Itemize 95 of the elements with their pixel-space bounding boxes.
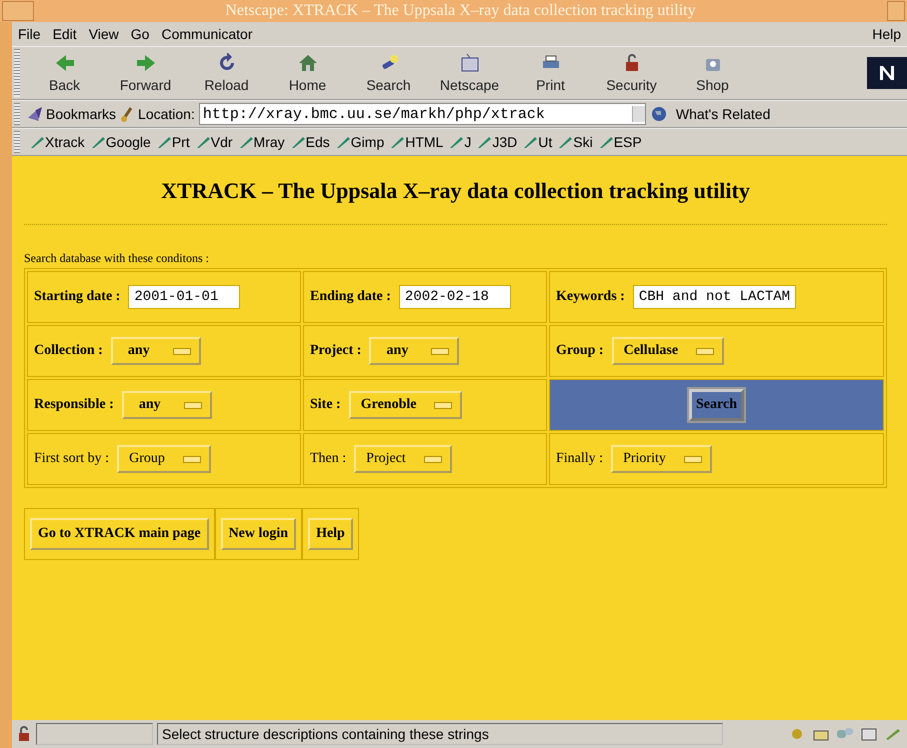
option-menu-icon bbox=[431, 348, 450, 354]
toolbar-button[interactable]: Shop bbox=[672, 53, 753, 93]
dropdown[interactable]: Priority bbox=[611, 445, 712, 473]
option-menu-icon bbox=[434, 402, 452, 408]
page-button[interactable]: New login bbox=[220, 518, 296, 550]
bookmark-link[interactable]: J bbox=[448, 134, 472, 150]
toolbar-button[interactable]: Forward bbox=[105, 53, 186, 93]
bookmark-link-icon bbox=[238, 135, 254, 149]
bookmark-link[interactable]: Gimp bbox=[334, 134, 384, 150]
bookmark-link[interactable]: Google bbox=[90, 134, 151, 150]
dropdown[interactable]: Grenoble bbox=[348, 391, 462, 419]
bookmark-icon bbox=[28, 107, 42, 121]
bookmark-link-icon bbox=[29, 135, 45, 149]
home-icon bbox=[296, 53, 318, 73]
padlock-icon bbox=[16, 726, 32, 742]
back-arrow-icon bbox=[54, 53, 76, 73]
bookmark-link[interactable]: Ski bbox=[557, 134, 593, 150]
bookmark-link-icon bbox=[598, 135, 614, 149]
field-label: Site : bbox=[310, 397, 341, 412]
field-label: Keywords : bbox=[556, 289, 625, 304]
field-label: Then : bbox=[310, 451, 346, 466]
menu-item[interactable]: Edit bbox=[52, 26, 77, 42]
field-label: Group : bbox=[556, 343, 604, 358]
window-title: Netscape: XTRACK – The Uppsala X–ray data collection tracking utility bbox=[224, 2, 697, 20]
option-menu-icon bbox=[182, 456, 201, 462]
field-label: Finally : bbox=[556, 451, 604, 466]
page-button[interactable]: Help bbox=[308, 518, 353, 550]
page-button[interactable]: Go to XTRACK main page bbox=[30, 518, 209, 550]
menu-item[interactable]: Help bbox=[872, 26, 901, 42]
toolbar-button[interactable]: Reload bbox=[186, 53, 267, 93]
search-button[interactable]: Search bbox=[689, 389, 744, 421]
bookmark-link-icon bbox=[194, 135, 211, 149]
option-menu-icon bbox=[684, 456, 702, 462]
field-label: Responsible : bbox=[34, 397, 114, 412]
menu-item[interactable]: View bbox=[88, 26, 119, 42]
whats-related-button[interactable]: What's Related bbox=[676, 106, 770, 122]
bookmark-link[interactable]: Xtrack bbox=[29, 134, 85, 150]
bookmark-link[interactable]: Eds bbox=[290, 134, 330, 150]
dropdown[interactable]: any bbox=[122, 391, 212, 419]
form-intro: Search database with these conditons : bbox=[24, 251, 210, 266]
bookmark-link[interactable]: Prt bbox=[156, 134, 190, 150]
dropdown[interactable]: Cellulase bbox=[612, 337, 724, 365]
bookmarks-button[interactable]: Bookmarks bbox=[46, 106, 116, 122]
field-label: Starting date : bbox=[34, 289, 120, 304]
option-menu-icon bbox=[184, 402, 202, 408]
input-field[interactable]: 2001-01-01 bbox=[128, 285, 240, 309]
bookmark-link-icon bbox=[476, 135, 492, 149]
dropdown[interactable]: any bbox=[369, 337, 460, 365]
dropdown-icon bbox=[632, 106, 645, 122]
bookmark-link[interactable]: Vdr bbox=[194, 134, 233, 150]
input-field[interactable]: CBH and not LACTAM bbox=[632, 285, 796, 309]
bookmark-link-icon bbox=[290, 135, 306, 149]
bookmark-link-icon bbox=[156, 135, 172, 149]
toolbar-button[interactable]: Home bbox=[267, 53, 348, 93]
option-menu-icon bbox=[424, 456, 442, 462]
window-menu-button[interactable] bbox=[2, 1, 34, 21]
bookmark-link[interactable]: Mray bbox=[238, 134, 285, 150]
toolbar-button[interactable]: Print bbox=[510, 53, 591, 93]
forward-arrow-icon bbox=[134, 53, 156, 73]
bookmark-link-icon bbox=[448, 135, 464, 149]
dropdown[interactable]: Group bbox=[117, 445, 211, 473]
page-heading: XTRACK – The Uppsala X–ray data collection tracking utility bbox=[160, 178, 751, 204]
menu-item[interactable]: File bbox=[18, 26, 41, 42]
toolbar-grip[interactable] bbox=[14, 103, 20, 125]
location-label: Location: bbox=[138, 106, 195, 122]
dropdown[interactable]: Project bbox=[354, 445, 452, 473]
toolbar-button[interactable]: Back bbox=[24, 53, 105, 93]
minimize-button[interactable] bbox=[887, 1, 905, 21]
dropdown[interactable]: any bbox=[110, 337, 201, 365]
field-label: Project : bbox=[310, 343, 362, 358]
bookmark-link-icon bbox=[389, 135, 406, 149]
toolbar-button[interactable]: Search bbox=[348, 53, 429, 93]
toolbar-grip[interactable] bbox=[14, 131, 20, 153]
field-label: First sort by : bbox=[34, 451, 110, 466]
netscape-logo bbox=[867, 57, 907, 89]
bookmark-link[interactable]: Ut bbox=[522, 134, 552, 150]
field-label: Collection : bbox=[34, 343, 103, 358]
input-field[interactable]: 2002-02-18 bbox=[398, 285, 511, 309]
bookmark-link[interactable]: HTML bbox=[389, 134, 444, 150]
toolbar-button[interactable]: Netscape bbox=[429, 53, 510, 93]
menu-item[interactable]: Communicator bbox=[161, 26, 252, 42]
location-field[interactable]: http://xray.bmc.uu.se/markh/php/xtrack bbox=[198, 103, 646, 125]
bookmark-link-icon bbox=[522, 135, 538, 149]
status-text: Select structure descriptions containing these strings bbox=[157, 723, 723, 745]
option-menu-icon bbox=[172, 348, 191, 354]
bookmark-link[interactable]: ESP bbox=[598, 134, 642, 150]
toolbar-button[interactable]: Security bbox=[591, 53, 672, 93]
menu-item[interactable]: Go bbox=[130, 26, 150, 42]
bookmark-link[interactable]: J3D bbox=[476, 134, 518, 150]
toolbar-grip[interactable] bbox=[14, 49, 20, 97]
option-menu-icon bbox=[696, 348, 714, 354]
bookmark-link-icon bbox=[334, 135, 351, 149]
bookmark-link-icon bbox=[557, 135, 574, 149]
bookmark-link-icon bbox=[90, 135, 106, 149]
field-label: Ending date : bbox=[310, 289, 391, 304]
